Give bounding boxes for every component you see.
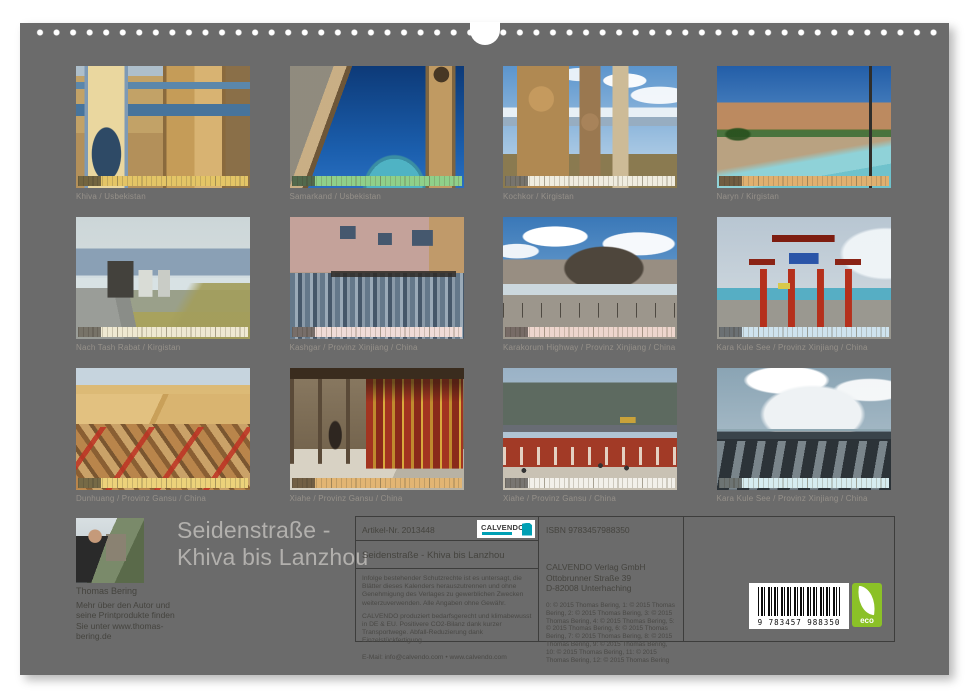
thumbnail-caption: Xiahe / Provinz Gansu / China <box>503 494 616 503</box>
calvendo-calendar-icon <box>522 523 532 536</box>
mini-calendar-strip <box>505 478 675 488</box>
publisher-info-box: Artikel-Nr. 2013448 CALVENDO Seidenstraß… <box>355 516 895 642</box>
month-thumbnail: Dunhuang / Provinz Gansu / China <box>76 368 250 504</box>
photo-credits: 0: © 2015 Thomas Bering, 1: © 2015 Thoma… <box>540 594 683 665</box>
month-photo <box>290 217 464 339</box>
month-thumbnail: Kara Kule See / Provinz Xinjiang / China <box>717 217 891 353</box>
mini-calendar-strip <box>719 327 889 337</box>
publisher-city: D-82008 Unterhaching <box>546 583 677 594</box>
month-photo <box>503 217 677 339</box>
ean-barcode: 9 783457 988350 <box>749 583 849 629</box>
legal-paragraph-rights: Infolge bestehender Schutzrechte ist es … <box>362 575 532 608</box>
hanger-hole <box>470 22 500 45</box>
publisher-name: CALVENDO Verlag GmbH <box>546 562 677 573</box>
info-column-product: Artikel-Nr. 2013448 CALVENDO Seidenstraß… <box>356 517 539 641</box>
month-photo <box>290 66 464 188</box>
info-column-publisher: ISBN 9783457988350 CALVENDO Verlag GmbH … <box>540 517 684 641</box>
product-title: Seidenstraße - Khiva bis Lanzhou <box>356 541 538 569</box>
author-name: Thomas Bering <box>76 586 137 596</box>
mini-calendar-strip <box>78 327 248 337</box>
contact-email-line: E-Mail: info@calvendo.com • www.calvendo… <box>362 654 532 662</box>
page-title-line1: Seidenstraße - <box>177 517 368 544</box>
page-title-line2: Khiva bis Lanzhou <box>177 544 368 571</box>
mini-calendar-strip <box>292 327 462 337</box>
publisher-address: CALVENDO Verlag GmbH Ottobrunner Straße … <box>540 535 683 594</box>
page-title: Seidenstraße - Khiva bis Lanzhou <box>177 517 368 571</box>
mini-calendar-strip <box>719 176 889 186</box>
thumbnail-caption: Kara Kule See / Provinz Xinjiang / China <box>717 343 868 352</box>
month-photo <box>290 368 464 490</box>
backdrop: Khiva / Usbekistan Samarkand / Usbekista… <box>0 0 971 700</box>
month-photo <box>503 66 677 188</box>
month-photo <box>76 368 250 490</box>
thumbnail-caption: Kara Kule See / Provinz Xinjiang / China <box>717 494 868 503</box>
author-bio: Mehr über den Autor und seine Printprodu… <box>76 600 176 641</box>
calvendo-logo-tagline-bar <box>482 532 512 535</box>
mini-calendar-strip <box>505 327 675 337</box>
thumbnail-caption: Kashgar / Provinz Xinjiang / China <box>290 343 418 352</box>
thumbnail-caption: Karakorum Highway / Provinz Xinjiang / C… <box>503 343 675 352</box>
eco-badge-label: eco <box>852 616 882 625</box>
month-photo <box>717 217 891 339</box>
month-thumbnail: Xiahe / Provinz Gansu / China <box>290 368 464 504</box>
month-photo <box>503 368 677 490</box>
calvendo-logo: CALVENDO <box>477 520 535 538</box>
month-thumbnail: Kashgar / Provinz Xinjiang / China <box>290 217 464 353</box>
mini-calendar-strip <box>292 176 462 186</box>
month-thumbnail: Samarkand / Usbekistan <box>290 66 464 202</box>
article-number-row: Artikel-Nr. 2013448 CALVENDO <box>356 517 538 541</box>
month-thumbnail: Kochkor / Kirgistan <box>503 66 677 202</box>
calendar-back-page: Khiva / Usbekistan Samarkand / Usbekista… <box>20 23 949 675</box>
article-number: Artikel-Nr. 2013448 <box>362 525 435 535</box>
month-thumbnail: Karakorum Highway / Provinz Xinjiang / C… <box>503 217 677 353</box>
mini-calendar-strip <box>505 176 675 186</box>
mini-calendar-strip <box>78 176 248 186</box>
thumbnail-caption: Kochkor / Kirgistan <box>503 192 574 201</box>
isbn-text: ISBN 9783457988350 <box>540 517 683 535</box>
mini-calendar-strip <box>78 478 248 488</box>
month-thumbnail: Naryn / Kirgistan <box>717 66 891 202</box>
barcode-bars <box>758 587 840 616</box>
info-column-barcode: 9 783457 988350 eco <box>685 517 894 641</box>
month-thumbnail: Xiahe / Provinz Gansu / China <box>503 368 677 504</box>
thumbnail-caption: Nach Tash Rabat / Kirgistan <box>76 343 180 352</box>
eco-badge: eco <box>852 583 882 627</box>
thumbnail-caption: Naryn / Kirgistan <box>717 192 780 201</box>
thumbnail-caption: Samarkand / Usbekistan <box>290 192 382 201</box>
thumbnail-caption: Khiva / Usbekistan <box>76 192 146 201</box>
mini-calendar-strip <box>292 478 462 488</box>
barcode-digits: 9 783457 988350 <box>749 618 849 627</box>
month-photo <box>717 66 891 188</box>
month-photo <box>76 217 250 339</box>
publisher-street: Ottobrunner Straße 39 <box>546 573 677 584</box>
calvendo-logo-text: CALVENDO <box>481 523 524 532</box>
month-thumbnail: Khiva / Usbekistan <box>76 66 250 202</box>
month-thumbnail: Nach Tash Rabat / Kirgistan <box>76 217 250 353</box>
month-thumbnail: Kara Kule See / Provinz Xinjiang / China <box>717 368 891 504</box>
thumbnail-caption: Dunhuang / Provinz Gansu / China <box>76 494 206 503</box>
thumbnail-caption: Xiahe / Provinz Gansu / China <box>290 494 403 503</box>
legal-text-block: Infolge bestehender Schutzrechte ist es … <box>356 569 538 663</box>
legal-paragraph-eco: CALVENDO produziert bedarfsgerecht und k… <box>362 613 532 646</box>
author-photo <box>76 518 144 583</box>
mini-calendar-strip <box>719 478 889 488</box>
month-thumbnail-grid: Khiva / Usbekistan Samarkand / Usbekista… <box>76 66 891 504</box>
month-photo <box>717 368 891 490</box>
month-photo <box>76 66 250 188</box>
eco-leaf-icon <box>855 586 878 615</box>
